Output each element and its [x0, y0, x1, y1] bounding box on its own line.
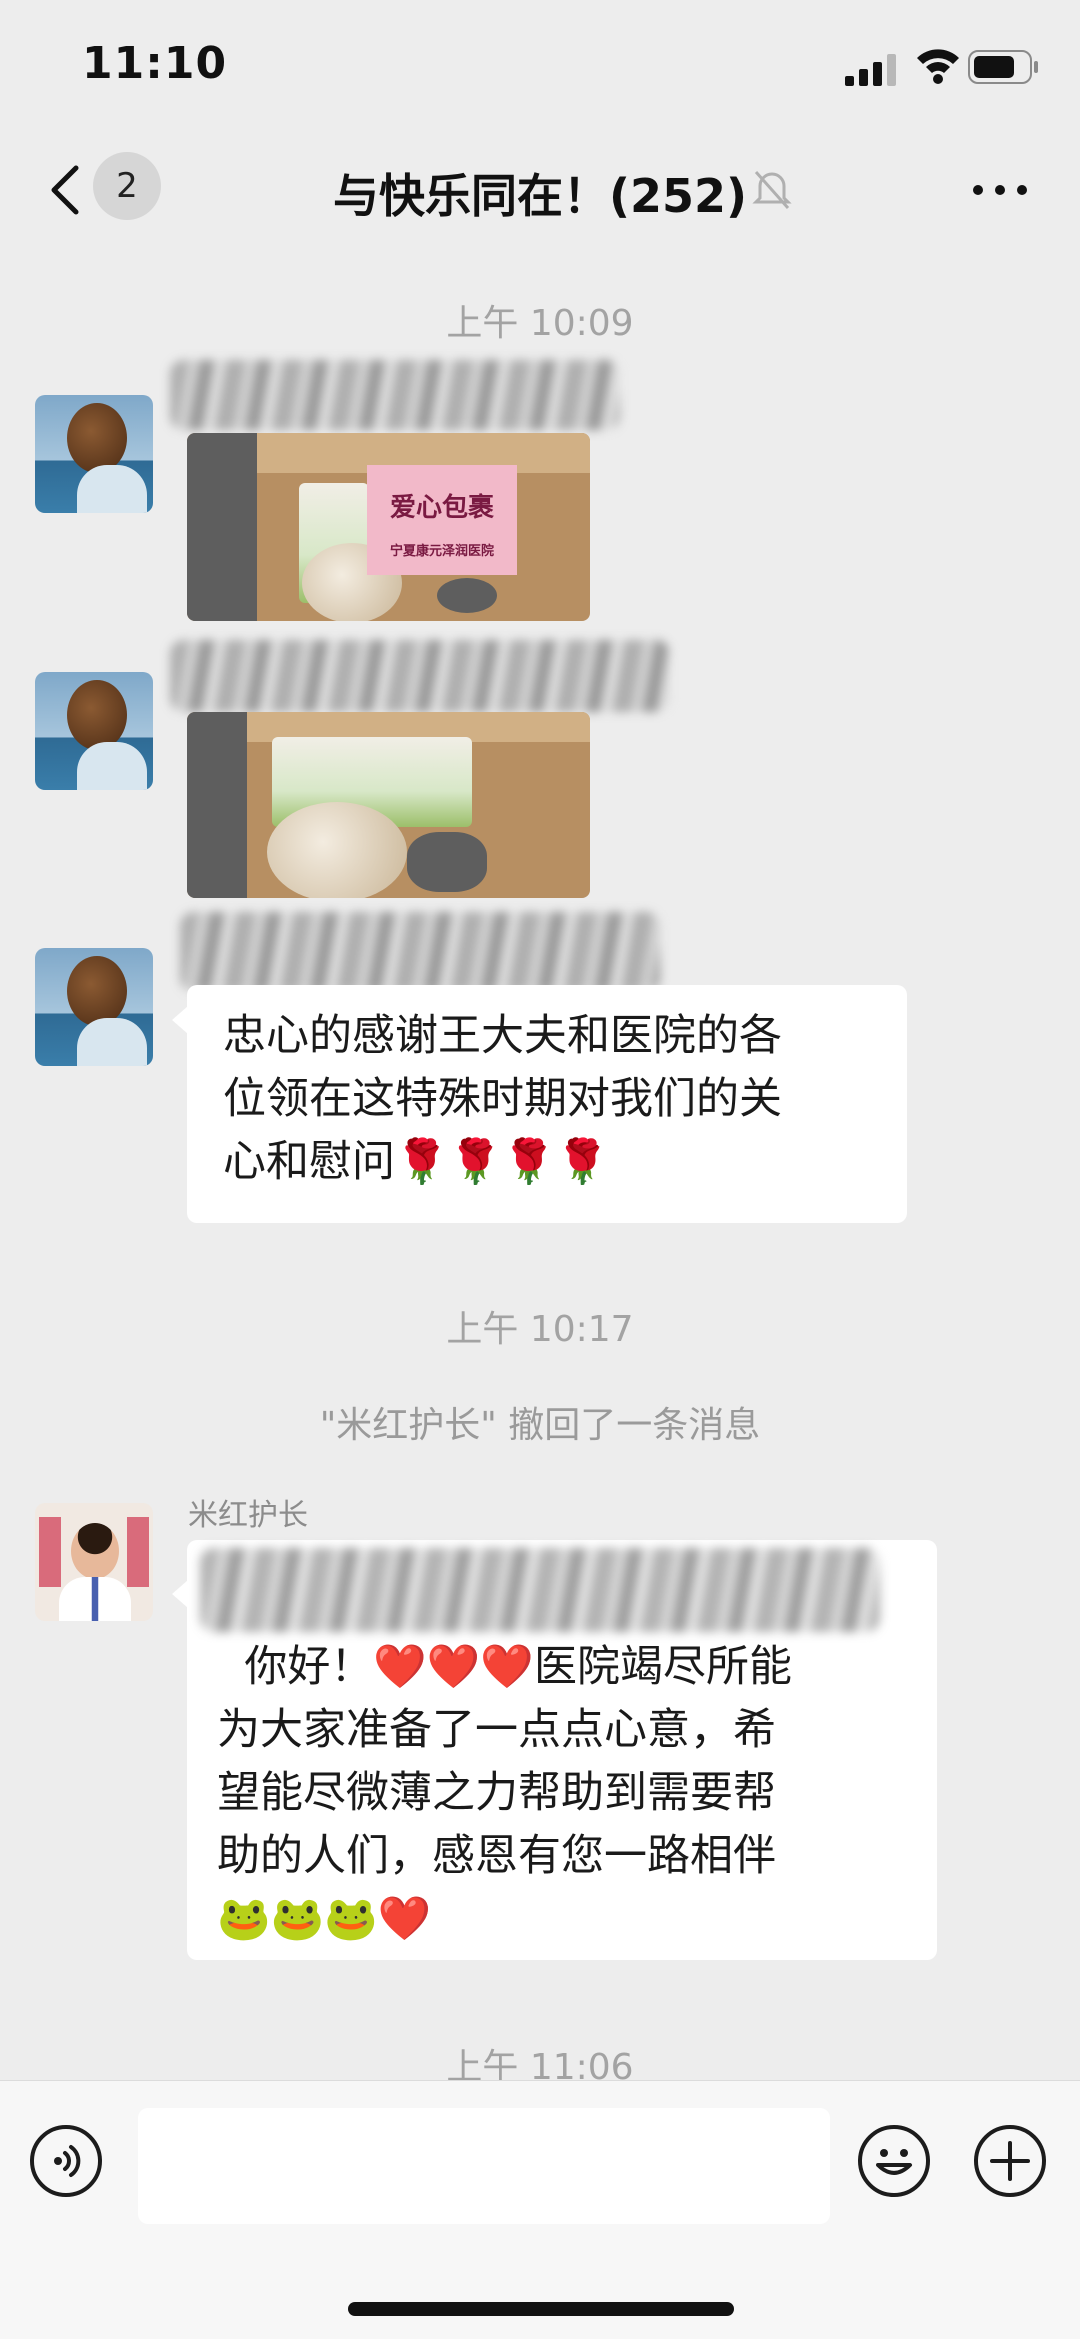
wifi-icon: [917, 49, 959, 84]
voice-button[interactable]: [30, 2125, 102, 2197]
redacted-sender: [170, 360, 620, 430]
signal-icon: [845, 54, 896, 86]
message-text: 你好！❤️❤️❤️医院竭尽所能 为大家准备了一点点心意，希 望能尽微薄之力帮助到…: [217, 1642, 792, 1944]
battery-icon: [968, 50, 1038, 84]
message-input[interactable]: [138, 2108, 830, 2224]
emoji-button[interactable]: [858, 2125, 930, 2197]
mute-icon: [752, 171, 792, 209]
timestamp: 上午 10:17: [446, 1309, 634, 1350]
plus-icon: [990, 2141, 1030, 2181]
recall-notice: "米红护长" 撤回了一条消息: [319, 1405, 761, 1446]
plus-button[interactable]: [974, 2125, 1046, 2197]
redacted-sender: [170, 640, 670, 712]
timestamp: 上午 10:09: [446, 303, 634, 344]
photo-label-subtitle: 宁夏康元泽润医院: [389, 544, 494, 559]
avatar[interactable]: [35, 948, 153, 1066]
emoji-icon: [876, 2149, 912, 2175]
home-indicator: [348, 2302, 734, 2316]
photo-label-title: 爱心包裹: [389, 493, 494, 523]
avatar[interactable]: [35, 1503, 153, 1621]
avatar[interactable]: [35, 395, 153, 513]
photo-message[interactable]: [187, 712, 590, 898]
message-text: 忠心的感谢王大夫和医院的各 位领在这特殊时期对我们的关 心和慰问🌹🌹🌹🌹: [223, 1011, 782, 1187]
more-icon[interactable]: [970, 175, 1030, 205]
chat-title[interactable]: 与快乐同在！(252): [0, 160, 1080, 226]
photo-message[interactable]: 爱心包裹 宁夏康元泽润医院: [187, 433, 590, 621]
voice-icon: [54, 2145, 81, 2177]
status-time: 11:10: [82, 38, 228, 89]
redacted-sender: [180, 912, 660, 992]
sender-name: 米红护长: [188, 1498, 308, 1533]
redacted-text: [200, 1548, 880, 1632]
message-bubble[interactable]: 忠心的感谢王大夫和医院的各 位领在这特殊时期对我们的关 心和慰问🌹🌹🌹🌹: [187, 985, 907, 1223]
avatar[interactable]: [35, 672, 153, 790]
